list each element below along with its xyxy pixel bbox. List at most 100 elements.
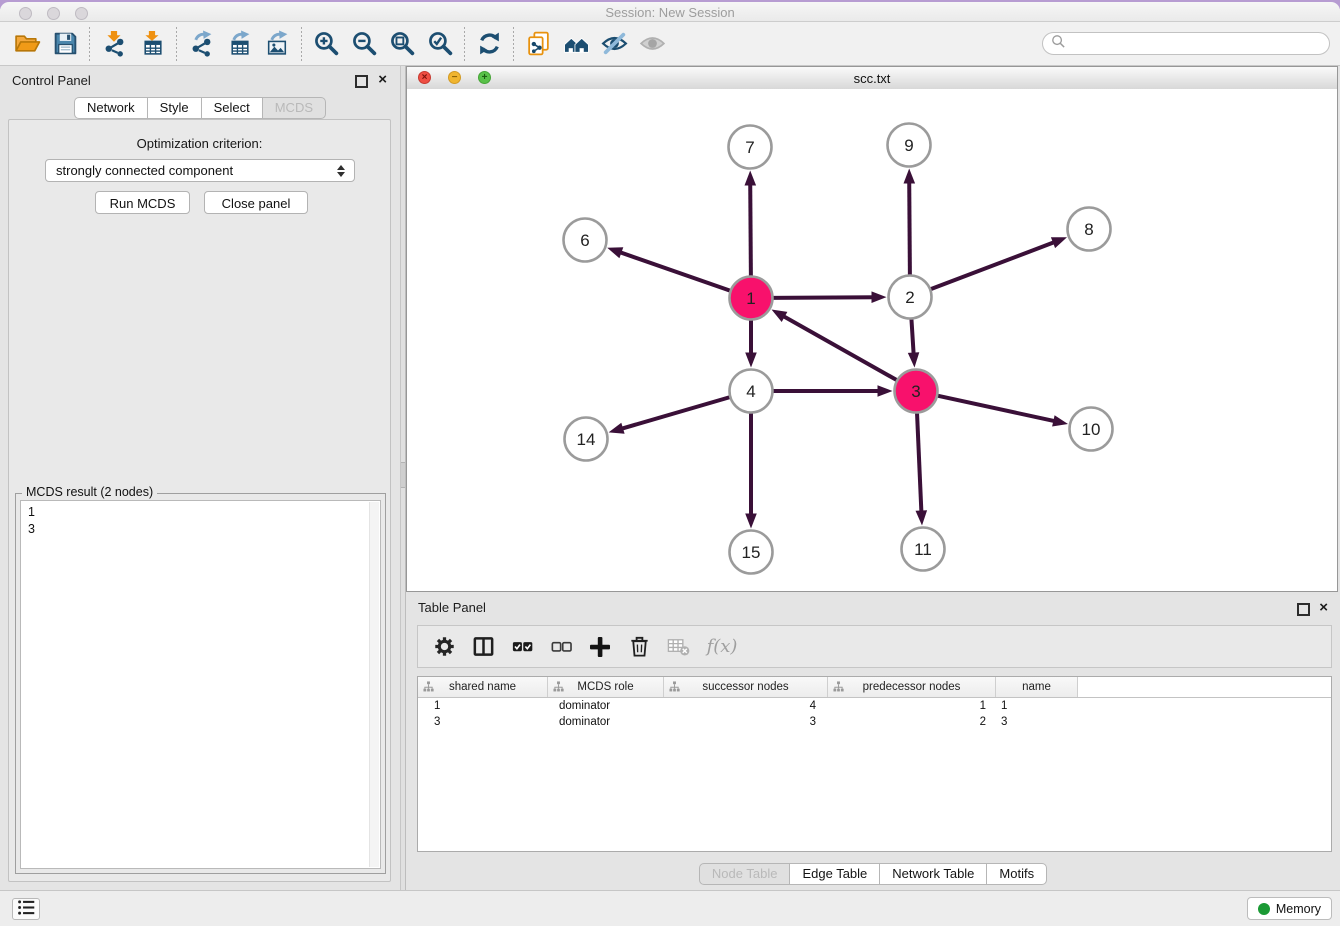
show-all-button[interactable] [633,25,671,63]
open-folder-icon [14,30,41,57]
toolbar-separator [301,27,302,61]
hierarchy-icon [423,681,434,692]
table-row[interactable]: 1dominator411 [418,698,1331,714]
graph-edge-3-1[interactable] [781,315,897,381]
close-table-panel-icon[interactable]: × [1319,601,1328,614]
graph-node-label: 8 [1084,220,1093,239]
graph-edge-1-2[interactable] [773,297,876,298]
graph-edge-3-10[interactable] [937,396,1057,422]
zoom-fit-icon [389,30,416,57]
optimization-criterion-select[interactable]: strongly connected component [45,159,355,182]
import-network-button[interactable] [95,25,133,63]
network-canvas[interactable]: 1234678910111415 [407,89,1337,591]
save-session-button[interactable] [46,25,84,63]
mcds-result-list[interactable]: 1 3 [20,500,381,869]
graph-edge-2-3[interactable] [911,319,913,357]
graph-edge-2-9[interactable] [909,180,910,276]
clone-network-icon [525,30,552,57]
run-mcds-button[interactable]: Run MCDS [95,191,190,214]
column-header-label: successor nodes [702,681,788,693]
delete-columns-button[interactable] [623,631,655,663]
graph-node-label: 10 [1082,420,1101,439]
graph-edge-arrow [745,171,757,186]
first-neighbors-button[interactable] [557,25,595,63]
table-body: 1dominator4113dominator323 [418,698,1331,730]
zoom-fit-button[interactable] [383,25,421,63]
column-header-mcds-role[interactable]: MCDS role [548,677,664,697]
float-table-panel-icon[interactable] [1297,603,1310,616]
table-cell: 3 [664,716,828,728]
tab-edge-table[interactable]: Edge Table [789,863,880,885]
hide-eye-icon [601,30,628,57]
select-all-rows-button[interactable] [506,631,538,663]
graph-node-label: 4 [746,382,755,401]
create-column-button[interactable] [584,631,616,663]
graph-node-label: 1 [746,289,755,308]
network-window-titlebar[interactable]: scc.txt [407,67,1337,90]
export-network-icon [188,30,215,57]
task-history-button[interactable] [12,898,40,920]
tab-motifs[interactable]: Motifs [986,863,1047,885]
export-table-button[interactable] [220,25,258,63]
export-image-button[interactable] [258,25,296,63]
network-graph[interactable]: 1234678910111415 [407,89,1337,591]
deselect-all-rows-button[interactable] [545,631,577,663]
control-panel-title: Control Panel [12,73,91,88]
trash-icon [627,634,652,659]
toolbar-separator [513,27,514,61]
graph-edge-2-8[interactable] [930,241,1057,289]
table-cell: 3 [418,716,548,728]
graph-edge-arrow [904,169,916,184]
frame-minimize-button[interactable] [448,71,461,84]
result-scrollbar[interactable] [369,502,379,867]
mcds-result-text: 1 3 [21,501,380,538]
column-header-name[interactable]: name [996,677,1078,697]
app-titlebar[interactable]: Session: New Session [0,2,1340,22]
apply-layout-button[interactable] [470,25,508,63]
frame-zoom-button[interactable] [478,71,491,84]
import-table-icon [139,30,166,57]
graph-edge-4-14[interactable] [619,397,730,429]
search-box[interactable] [1042,32,1330,55]
main-toolbar [0,22,1340,66]
column-header-shared-name[interactable]: shared name [418,677,548,697]
tab-style[interactable]: Style [147,97,202,119]
tab-node-table[interactable]: Node Table [699,863,791,885]
export-network-button[interactable] [182,25,220,63]
close-panel-button[interactable]: Close panel [204,191,308,214]
hide-selected-button[interactable] [595,25,633,63]
table-cell: 3 [996,716,1078,728]
memory-button[interactable]: Memory [1247,897,1332,920]
tab-mcds[interactable]: MCDS [262,97,326,119]
table-settings-button[interactable] [428,631,460,663]
graph-edge-arrow [878,385,893,397]
column-header-predecessor-nodes[interactable]: predecessor nodes [828,677,996,697]
frame-close-button[interactable] [418,71,431,84]
zoom-out-button[interactable] [345,25,383,63]
zoom-selected-button[interactable] [421,25,459,63]
tab-select[interactable]: Select [201,97,263,119]
tab-network[interactable]: Network [74,97,148,119]
table-delete-icon [666,634,691,659]
import-table-button[interactable] [133,25,171,63]
graph-edge-1-6[interactable] [618,251,731,291]
tab-network-table[interactable]: Network Table [879,863,987,885]
table-cell: 2 [828,716,996,728]
table-row[interactable]: 3dominator323 [418,714,1331,730]
column-chooser-button[interactable] [467,631,499,663]
graph-node-label: 15 [742,543,761,562]
graph-edge-3-11[interactable] [917,413,922,515]
dropdown-value: strongly connected component [56,163,233,178]
search-input[interactable] [1066,35,1329,53]
zoom-out-icon [351,30,378,57]
graph-edge-1-7[interactable] [750,182,751,277]
open-session-button[interactable] [8,25,46,63]
hierarchy-icon [833,681,844,692]
close-panel-icon[interactable]: × [378,73,387,86]
float-panel-icon[interactable] [355,75,368,88]
first-neighbors-icon [563,30,590,57]
memory-status-icon [1258,903,1270,915]
zoom-in-button[interactable] [307,25,345,63]
column-header-successor-nodes[interactable]: successor nodes [664,677,828,697]
clone-network-button[interactable] [519,25,557,63]
